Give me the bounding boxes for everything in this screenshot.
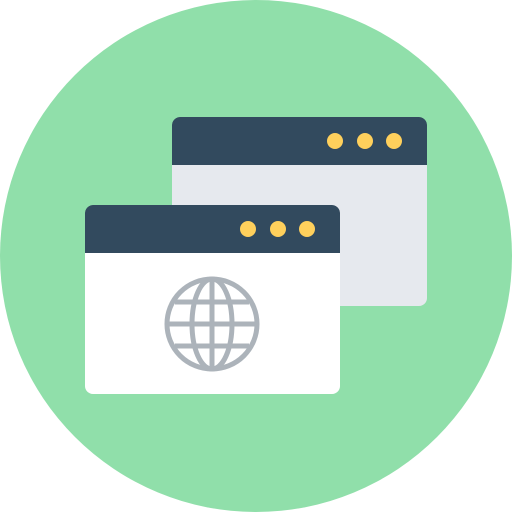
window-dot-icon	[386, 133, 402, 149]
front-browser-window	[85, 205, 340, 394]
window-dot-icon	[357, 133, 373, 149]
globe-icon	[164, 276, 260, 372]
front-window-body	[85, 253, 340, 394]
browser-icon	[0, 0, 512, 512]
window-dot-icon	[299, 221, 315, 237]
window-dot-icon	[240, 221, 256, 237]
window-dot-icon	[270, 221, 286, 237]
window-dot-icon	[327, 133, 343, 149]
back-window-titlebar	[172, 117, 427, 165]
front-window-titlebar	[85, 205, 340, 253]
